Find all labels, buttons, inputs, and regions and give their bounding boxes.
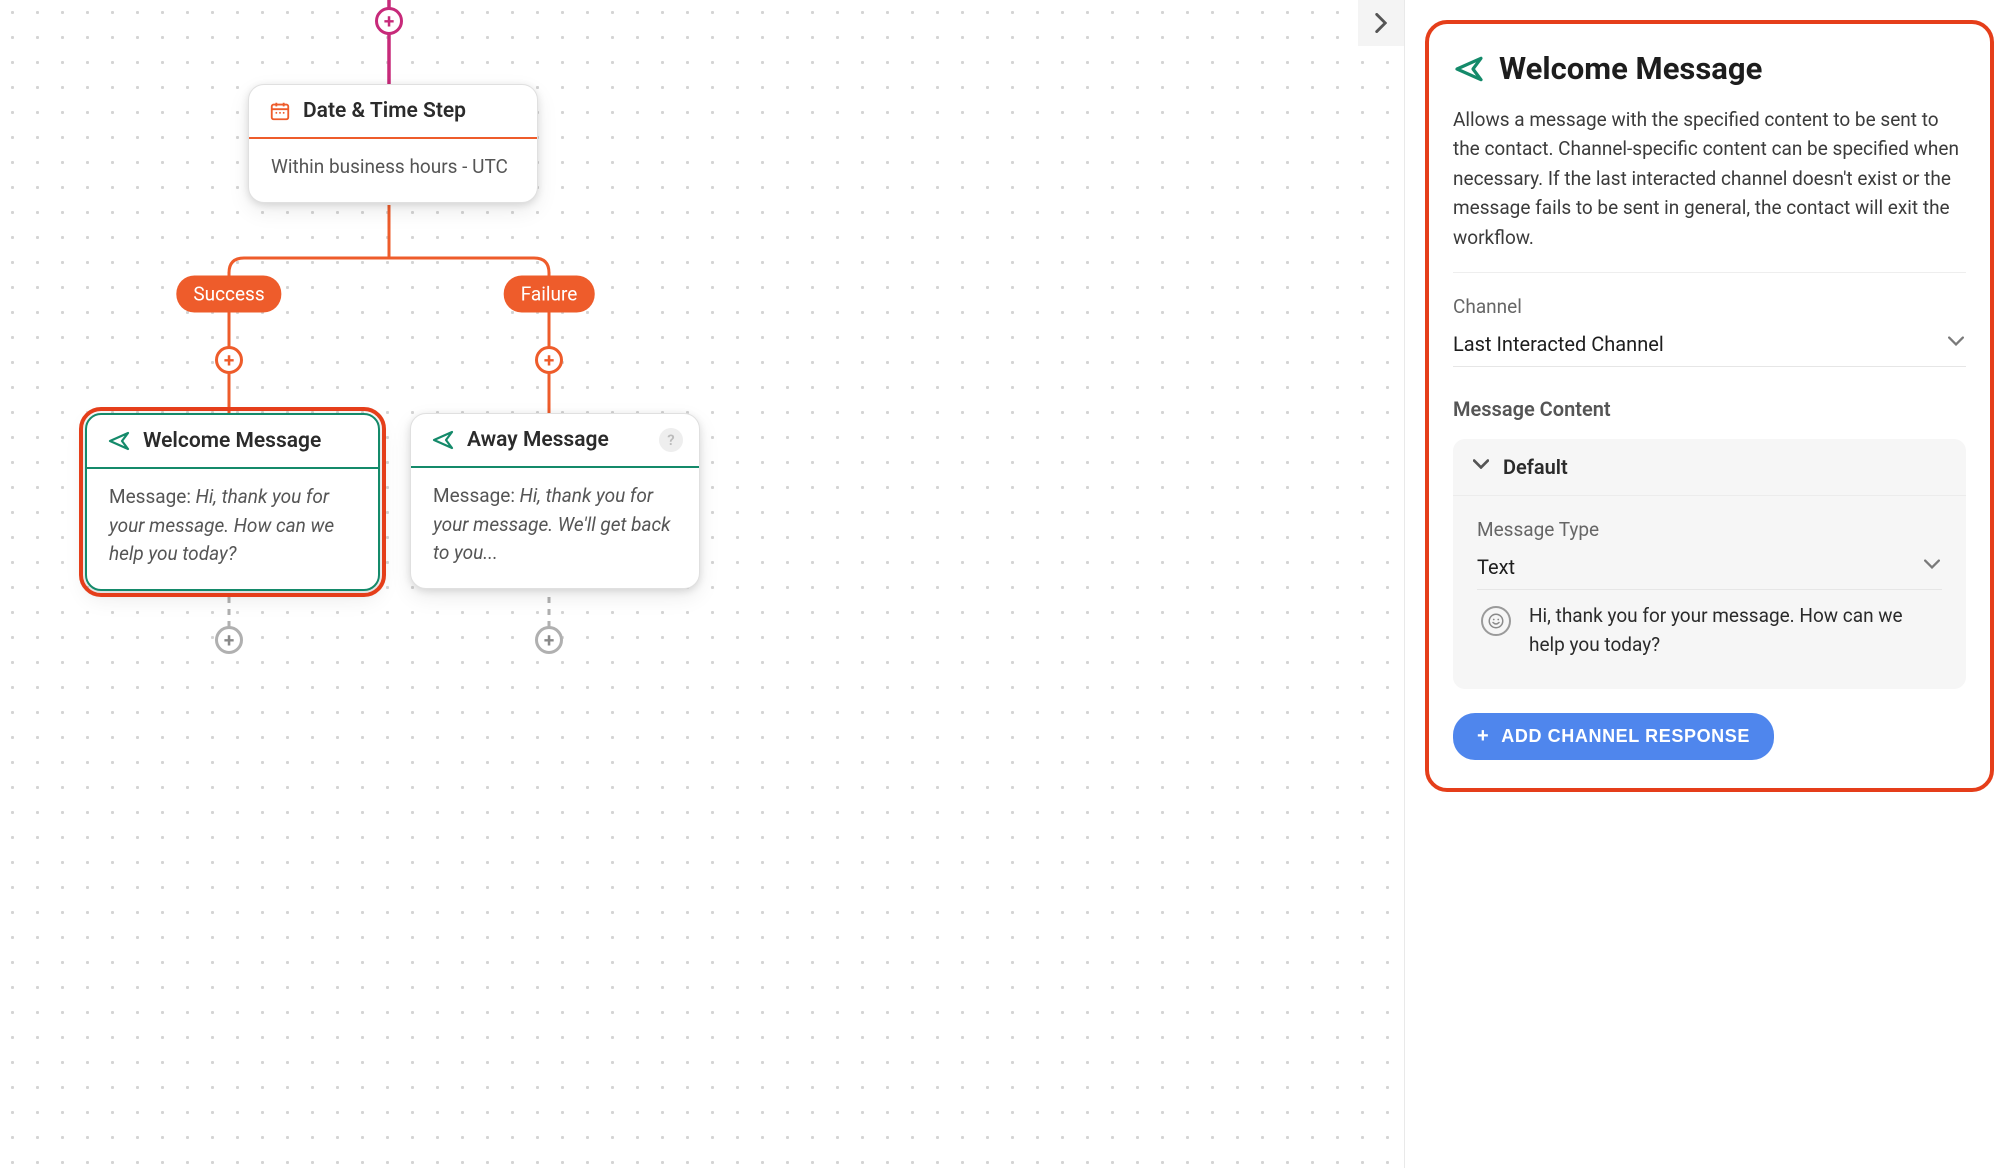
panel-title: Welcome Message [1499,50,1762,87]
away-message-node[interactable]: ? Away Message Message: Hi, thank you fo… [410,413,700,589]
message-type-label: Message Type [1477,518,1942,541]
smile-icon [1487,612,1505,630]
message-prefix: Message: [433,484,520,507]
plus-icon: + [224,351,234,370]
datetime-node-title: Date & Time Step [303,99,466,123]
plus-icon: + [1477,725,1489,748]
add-step-button-after-welcome[interactable]: + [215,626,243,654]
message-prefix: Message: [109,485,196,508]
channel-label: Channel [1453,295,1966,318]
add-step-button-after-away[interactable]: + [535,626,563,654]
calendar-icon [269,100,291,122]
message-type-select[interactable]: Text [1477,549,1942,590]
away-node-title: Away Message [467,428,609,452]
add-step-button-top[interactable]: + [375,7,403,35]
datetime-step-node[interactable]: Date & Time Step Within business hours -… [248,84,538,203]
add-channel-response-button[interactable]: + ADD CHANNEL RESPONSE [1453,713,1774,760]
plus-icon: + [544,351,554,370]
send-icon [431,428,455,452]
send-icon [107,429,131,453]
plus-icon: + [544,631,554,650]
away-node-body: Message: Hi, thank you for your message.… [411,468,699,588]
add-step-button-failure[interactable]: + [535,346,563,374]
plus-icon: + [224,631,234,650]
message-type-selected-value: Text [1477,555,1515,579]
chevron-right-icon [1375,13,1387,33]
plus-icon: + [384,12,394,31]
message-text-input[interactable]: Hi, thank you for your message. How can … [1529,602,1938,659]
chevron-down-icon [1948,336,1964,352]
accordion-title: Default [1503,455,1568,479]
send-icon [1453,53,1485,85]
collapse-panel-button[interactable] [1358,0,1404,46]
branch-label-failure: Failure [504,276,595,313]
help-icon[interactable]: ? [659,428,683,452]
branch-label-success: Success [176,276,281,313]
panel-title-row: Welcome Message [1453,50,1966,87]
welcome-node-title: Welcome Message [143,429,321,453]
channel-selected-value: Last Interacted Channel [1453,332,1664,356]
panel-description: Allows a message with the specified cont… [1453,105,1966,273]
add-step-button-success[interactable]: + [215,346,243,374]
accordion-toggle[interactable]: Default [1453,439,1966,496]
side-panel-inner: Welcome Message Allows a message with th… [1425,20,1994,792]
workflow-canvas[interactable]: + Date & Time Step Within business hours… [0,0,1404,1168]
welcome-node-body: Message: Hi, thank you for your message.… [87,469,378,589]
emoji-picker-button[interactable] [1481,606,1511,636]
message-content-section-title: Message Content [1453,397,1966,421]
chevron-down-icon [1924,559,1940,575]
side-panel: Welcome Message Allows a message with th… [1404,0,2014,1168]
add-channel-response-label: ADD CHANNEL RESPONSE [1501,726,1750,747]
welcome-message-node[interactable]: Welcome Message Message: Hi, thank you f… [85,413,380,591]
datetime-node-body: Within business hours - UTC [249,139,537,202]
channel-select[interactable]: Last Interacted Channel [1453,326,1966,367]
chevron-down-icon [1473,459,1489,475]
default-content-accordion: Default Message Type Text Hi, thank you … [1453,439,1966,689]
